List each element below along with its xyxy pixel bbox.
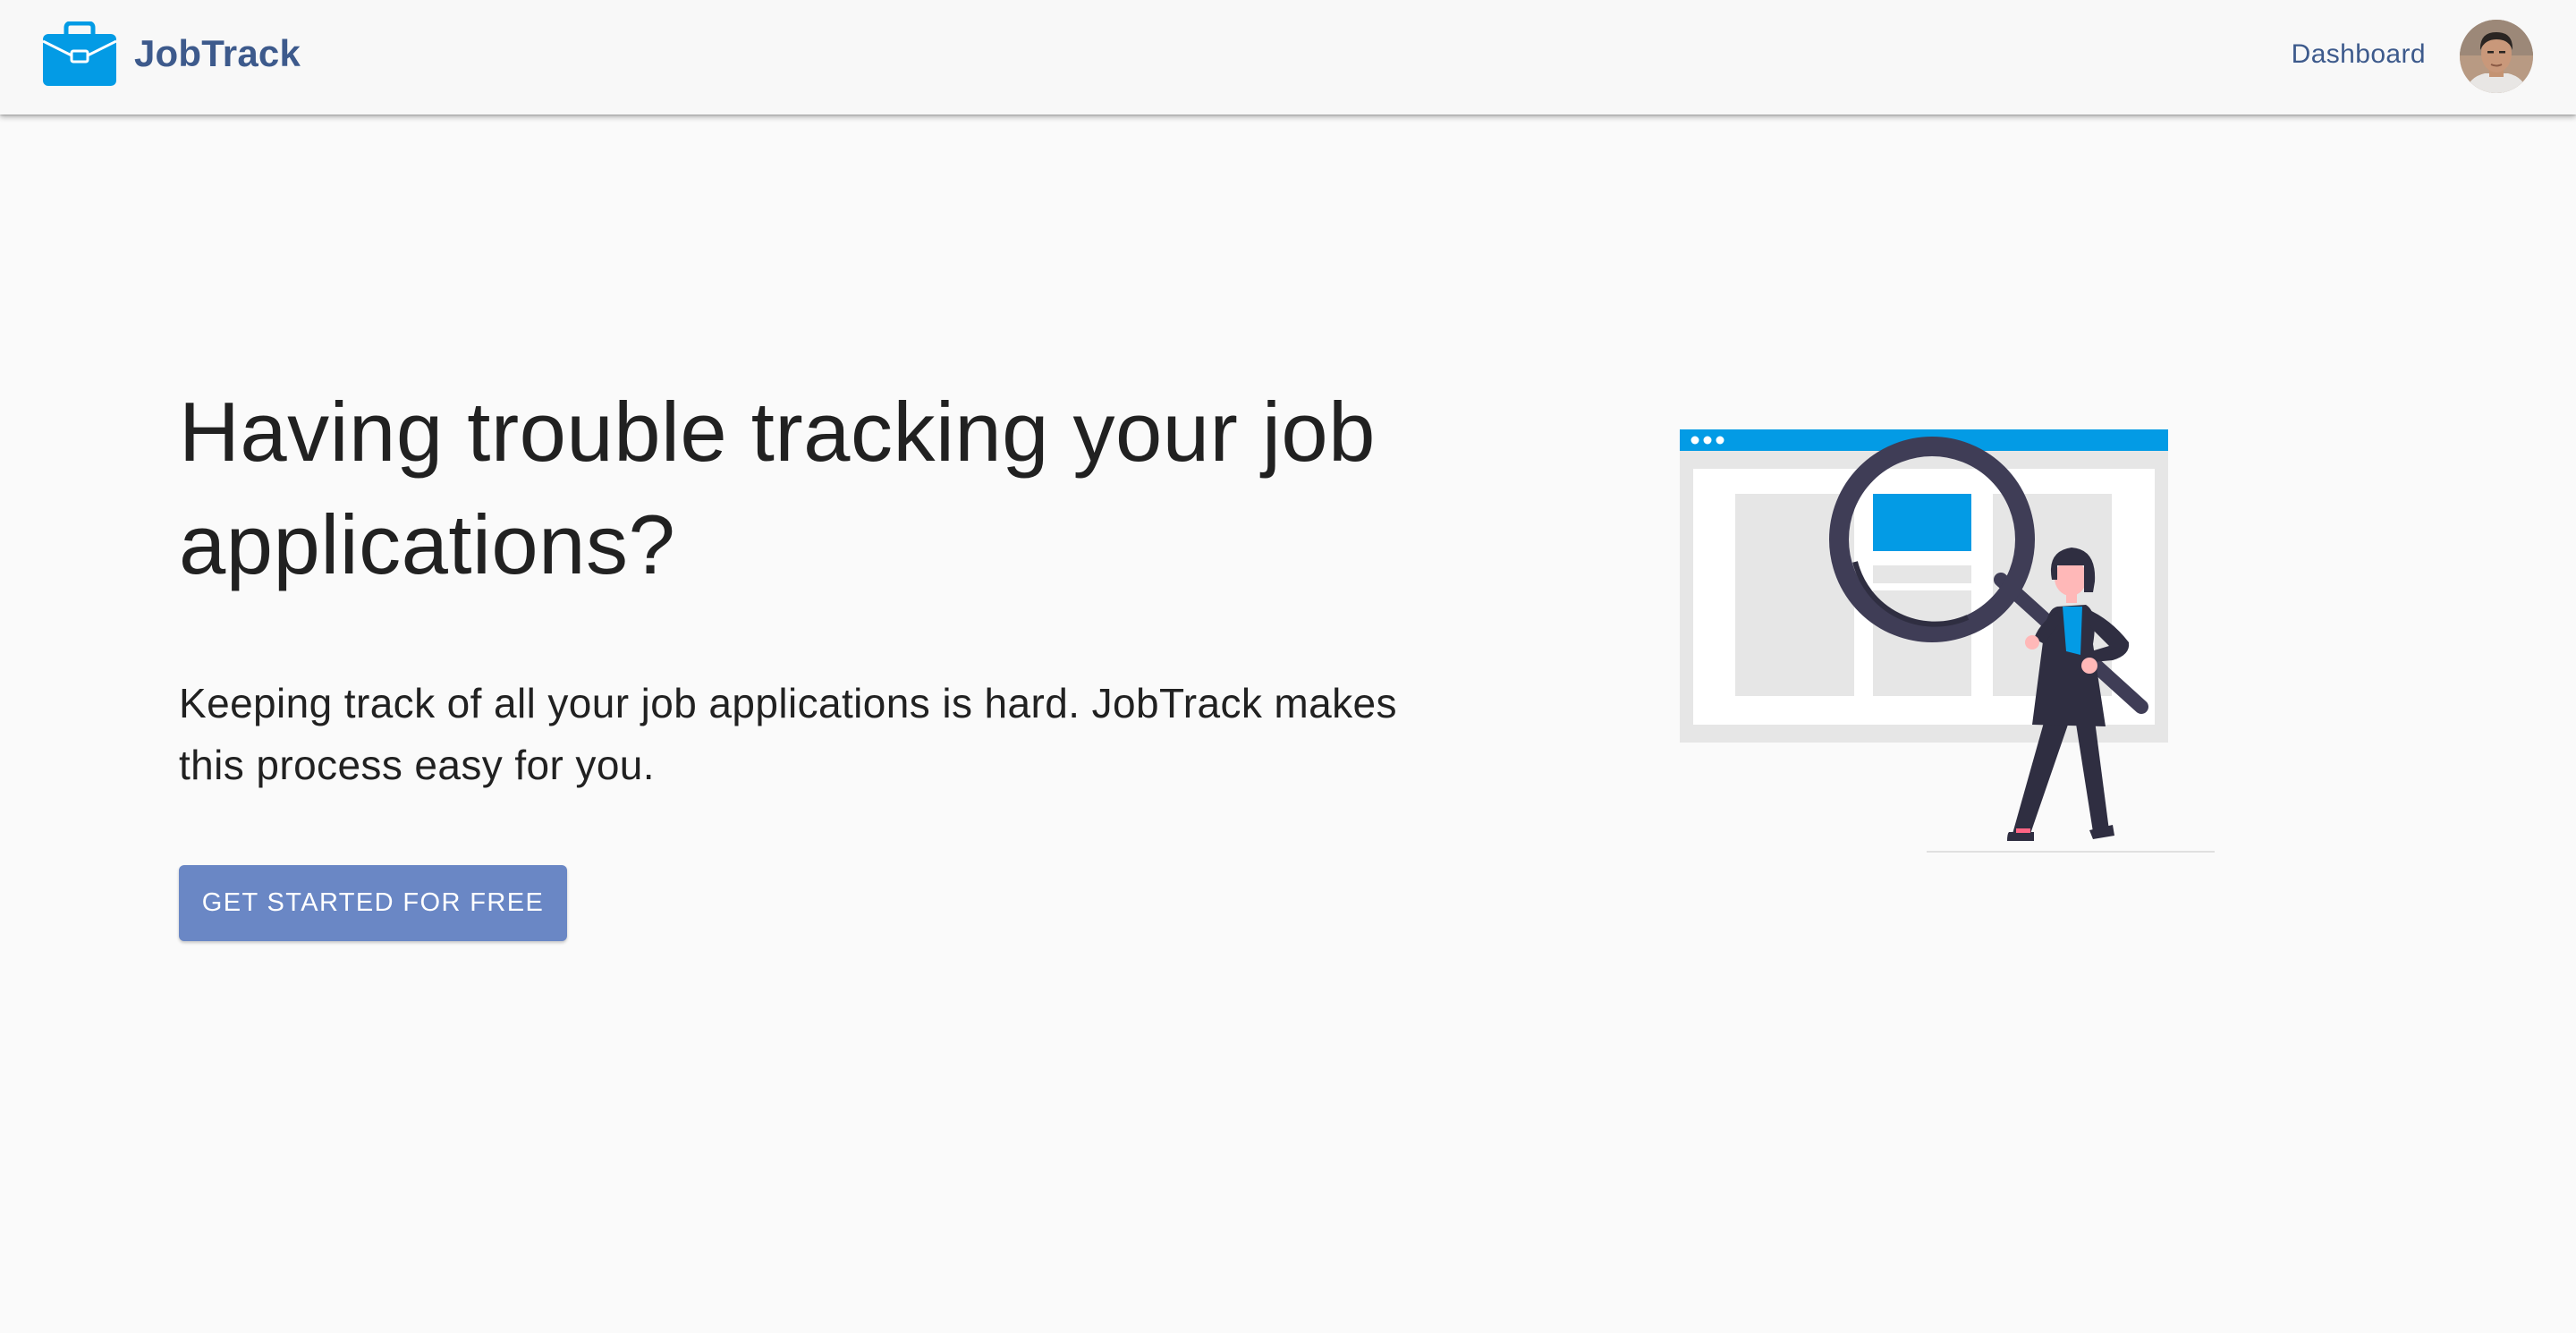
user-photo bbox=[2460, 20, 2533, 93]
brand-home-link[interactable]: JobTrack bbox=[43, 21, 301, 86]
get-started-button[interactable]: GET STARTED FOR FREE bbox=[179, 865, 567, 941]
user-avatar[interactable] bbox=[2460, 20, 2533, 93]
hero-title: Having trouble tracking your job applica… bbox=[179, 385, 1376, 591]
hero-subtitle: Keeping track of all your job applicatio… bbox=[179, 680, 1397, 788]
top-app-bar: JobTrack Dashboard bbox=[0, 0, 2576, 115]
dashboard-link[interactable]: Dashboard bbox=[2292, 39, 2426, 70]
person-with-magnifying-glass-illustration bbox=[1680, 429, 2215, 853]
briefcase-icon bbox=[43, 21, 116, 86]
brand-name: JobTrack bbox=[134, 32, 301, 74]
